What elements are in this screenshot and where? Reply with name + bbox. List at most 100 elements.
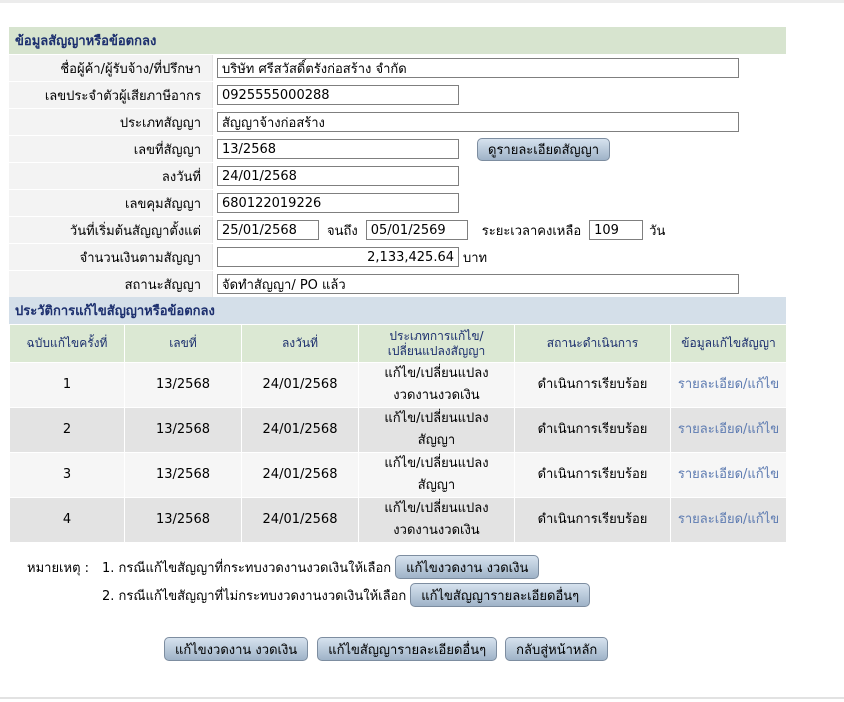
vendor-field[interactable]: บริษัท ศรีสวัสดิ์ตรังก่อสร้าง จำกัด — [217, 58, 739, 78]
info-column-header: ข้อมูลแก้ไขสัญญา — [670, 324, 787, 363]
amend-type-line2: งวดงานงวดเงิน — [393, 388, 480, 403]
amend-type-header-line1: ประเภทการแก้ไข/ — [389, 328, 484, 343]
table-row: 2 13/2568 24/01/2568 แก้ไข/เปลี่ยนแปลง ส… — [9, 407, 787, 453]
edition-cell: 4 — [9, 497, 125, 543]
amend-type-line2: สัญญา — [417, 433, 456, 448]
footer-actions: แก้ไขงวดงาน งวดเงิน แก้ไขสัญญารายละเอียด… — [164, 637, 609, 661]
date-cell: 24/01/2568 — [241, 497, 359, 543]
info-cell: รายละเอียด/แก้ไข — [670, 497, 787, 543]
amend-type-cell: แก้ไข/เปลี่ยนแปลง งวดงานงวดเงิน — [358, 497, 515, 543]
contract-status-cell: จัดทำสัญญา/ PO แล้ว — [212, 271, 786, 297]
end-date-field[interactable]: 05/01/2569 — [365, 220, 468, 240]
amend-type-column-header: ประเภทการแก้ไข/ เปลี่ยนแปลงสัญญา — [358, 324, 515, 363]
history-header-row: ฉบับแก้ไขครั้งที่ เลขที่ ลงวันที่ ประเภท… — [9, 324, 787, 363]
history-section-header: ประวัติการแก้ไขสัญญาหรือข้อตกลง — [9, 297, 786, 324]
note-line-1: หมายเหตุ : 1. กรณีแก้ไขสัญญาที่กระทบงวดง… — [27, 553, 590, 581]
note-2-text: 2. กรณีแก้ไขสัญญาที่ไม่กระทบงวดงานงวดเงิ… — [102, 588, 407, 604]
view-contract-detail-button[interactable]: ดูรายละเอียดสัญญา — [477, 137, 610, 161]
taxid-row: เลขประจำตัวผู้เสียภาษีอากร 0925555000288 — [9, 81, 786, 108]
edition-cell: 2 — [9, 407, 125, 453]
days-unit: วัน — [649, 223, 666, 239]
detail-edit-link[interactable]: รายละเอียด/แก้ไข — [678, 512, 779, 527]
control-number-label: เลขคุมสัญญา — [125, 196, 201, 212]
detail-edit-link[interactable]: รายละเอียด/แก้ไข — [678, 467, 779, 482]
contract-status-row: สถานะสัญญา จัดทำสัญญา/ PO แล้ว — [9, 270, 786, 297]
notes-label: หมายเหตุ : — [27, 560, 90, 576]
amount-cell: 2,133,425.64 บาท — [212, 244, 786, 270]
status-cell: ดำเนินการเรียบร้อย — [514, 407, 671, 453]
contract-number-row: เลขที่สัญญา 13/2568 ดูรายละเอียดสัญญา — [9, 135, 786, 162]
contract-date-row: ลงวันที่ 24/01/2568 — [9, 162, 786, 189]
status-cell: ดำเนินการเรียบร้อย — [514, 497, 671, 543]
contract-date-field[interactable]: 24/01/2568 — [217, 166, 459, 186]
control-number-field[interactable]: 680122019226 — [217, 193, 459, 213]
note-edit-other-button[interactable]: แก้ไขสัญญารายละเอียดอื่นๆ — [410, 583, 591, 607]
until-label: จนถึง — [327, 223, 358, 239]
notes-section: หมายเหตุ : 1. กรณีแก้ไขสัญญาที่กระทบงวดง… — [27, 553, 591, 609]
number-cell: 13/2568 — [124, 362, 242, 408]
control-number-row: เลขคุมสัญญา 680122019226 — [9, 189, 786, 216]
period-cell: 25/01/2568 จนถึง 05/01/2569 ระยะเวลาคงเห… — [212, 217, 786, 243]
contract-date-cell: 24/01/2568 — [212, 163, 786, 189]
contract-panel: ข้อมูลสัญญาหรือข้อตกลง ชื่อผู้ค้า/ผู้รับ… — [9, 27, 787, 543]
remaining-days-field[interactable]: 109 — [589, 220, 644, 240]
contract-status-field[interactable]: จัดทำสัญญา/ PO แล้ว — [217, 274, 739, 294]
control-number-cell: 680122019226 — [212, 190, 786, 216]
contract-date-label: ลงวันที่ — [161, 169, 201, 185]
period-row: วันที่เริ่มต้นสัญญาตั้งแต่ 25/01/2568 จน… — [9, 216, 786, 243]
amount-field[interactable]: 2,133,425.64 — [217, 247, 459, 267]
contract-number-cell: 13/2568 ดูรายละเอียดสัญญา — [212, 136, 786, 162]
detail-edit-link[interactable]: รายละเอียด/แก้ไข — [678, 377, 779, 392]
status-cell: ดำเนินการเรียบร้อย — [514, 362, 671, 408]
contract-type-label: ประเภทสัญญา — [119, 115, 201, 131]
remaining-label: ระยะเวลาคงเหลือ — [481, 223, 582, 239]
contract-type-field[interactable]: สัญญาจ้างก่อสร้าง — [217, 112, 739, 132]
note-edit-installment-button[interactable]: แก้ไขงวดงาน งวดเงิน — [395, 555, 540, 579]
edit-other-details-button[interactable]: แก้ไขสัญญารายละเอียดอื่นๆ — [317, 637, 498, 661]
amend-type-cell: แก้ไข/เปลี่ยนแปลง สัญญา — [358, 407, 515, 453]
bottom-divider — [0, 697, 844, 699]
info-cell: รายละเอียด/แก้ไข — [670, 452, 787, 498]
taxid-field[interactable]: 0925555000288 — [217, 85, 459, 105]
contract-section-header: ข้อมูลสัญญาหรือข้อตกลง — [9, 27, 786, 54]
amount-label: จำนวนเงินตามสัญญา — [79, 250, 201, 266]
vendor-label: ชื่อผู้ค้า/ผู้รับจ้าง/ที่ปรึกษา — [60, 61, 201, 77]
date-column-header: ลงวันที่ — [241, 324, 359, 363]
start-date-field[interactable]: 25/01/2568 — [217, 220, 319, 240]
vendor-cell: บริษัท ศรีสวัสดิ์ตรังก่อสร้าง จำกัด — [212, 55, 786, 81]
number-cell: 13/2568 — [124, 497, 242, 543]
contract-number-label: เลขที่สัญญา — [133, 142, 201, 158]
table-row: 3 13/2568 24/01/2568 แก้ไข/เปลี่ยนแปลง ส… — [9, 452, 787, 498]
edition-cell: 1 — [9, 362, 125, 408]
edit-installment-button[interactable]: แก้ไขงวดงาน งวดเงิน — [164, 637, 309, 661]
number-column-header: เลขที่ — [124, 324, 242, 363]
table-row: 4 13/2568 24/01/2568 แก้ไข/เปลี่ยนแปลง ง… — [9, 497, 787, 543]
amend-type-line1: แก้ไข/เปลี่ยนแปลง — [384, 411, 489, 426]
amendment-history-table: ฉบับแก้ไขครั้งที่ เลขที่ ลงวันที่ ประเภท… — [9, 324, 787, 543]
start-date-label: วันที่เริ่มต้นสัญญาตั้งแต่ — [69, 223, 201, 239]
amend-type-line2: งวดงานงวดเงิน — [393, 523, 480, 538]
status-column-header: สถานะดำเนินการ — [514, 324, 671, 363]
detail-edit-link[interactable]: รายละเอียด/แก้ไข — [678, 422, 779, 437]
info-cell: รายละเอียด/แก้ไข — [670, 362, 787, 408]
amend-type-line1: แก้ไข/เปลี่ยนแปลง — [384, 366, 489, 381]
amend-type-line1: แก้ไข/เปลี่ยนแปลง — [384, 456, 489, 471]
date-cell: 24/01/2568 — [241, 452, 359, 498]
note-line-2: 2. กรณีแก้ไขสัญญาที่ไม่กระทบงวดงานงวดเงิ… — [27, 581, 591, 609]
edition-column-header: ฉบับแก้ไขครั้งที่ — [9, 324, 125, 363]
contract-number-field[interactable]: 13/2568 — [217, 139, 459, 159]
amend-type-line2: สัญญา — [417, 478, 456, 493]
contract-status-label: สถานะสัญญา — [124, 277, 201, 293]
taxid-cell: 0925555000288 — [212, 82, 786, 108]
currency-unit: บาท — [463, 250, 488, 266]
number-cell: 13/2568 — [124, 452, 242, 498]
back-to-main-button[interactable]: กลับสู่หน้าหลัก — [505, 637, 609, 661]
amend-type-header-line2: เปลี่ยนแปลงสัญญา — [387, 343, 486, 358]
taxid-label: เลขประจำตัวผู้เสียภาษีอากร — [44, 88, 201, 104]
vendor-row: ชื่อผู้ค้า/ผู้รับจ้าง/ที่ปรึกษา บริษัท ศ… — [9, 54, 786, 81]
note-1-text: 1. กรณีแก้ไขสัญญาที่กระทบงวดงานงวดเงินให… — [102, 560, 392, 576]
table-row: 1 13/2568 24/01/2568 แก้ไข/เปลี่ยนแปลง ง… — [9, 362, 787, 408]
info-cell: รายละเอียด/แก้ไข — [670, 407, 787, 453]
date-cell: 24/01/2568 — [241, 362, 359, 408]
edition-cell: 3 — [9, 452, 125, 498]
